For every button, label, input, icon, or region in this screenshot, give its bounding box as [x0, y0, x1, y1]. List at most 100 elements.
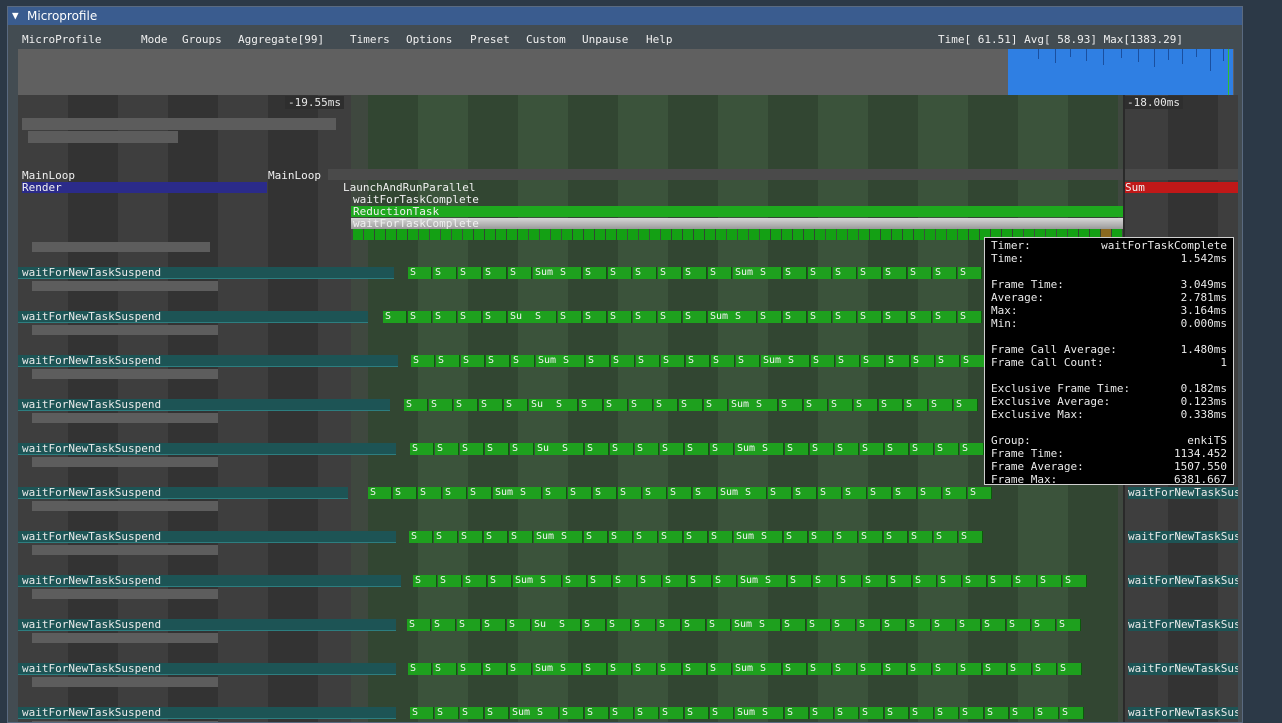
thread-label[interactable]: waitForNewTaskSuspend	[22, 707, 161, 719]
task-segment[interactable]: S	[813, 575, 837, 587]
task-segment[interactable]: S	[484, 531, 508, 543]
task-segment[interactable]: S	[454, 399, 478, 411]
task-segment[interactable]: S	[593, 487, 617, 499]
task-segment[interactable]: S	[458, 663, 482, 675]
task-segment[interactable]: S	[988, 575, 1012, 587]
task-segment[interactable]: S	[483, 663, 507, 675]
task-segment[interactable]: S	[383, 311, 407, 323]
task-segment[interactable]: S	[785, 443, 809, 455]
menu-options[interactable]: Options	[406, 32, 452, 50]
task-segment[interactable]: S	[788, 575, 812, 587]
task-segment[interactable]: S	[508, 267, 532, 279]
menu-preset[interactable]: Preset	[470, 32, 510, 50]
task-segment[interactable]: S	[760, 443, 784, 455]
task-segment[interactable]: S	[458, 267, 482, 279]
menu-mode[interactable]: Mode	[141, 32, 168, 50]
task-segment[interactable]: S	[393, 487, 417, 499]
task-segment[interactable]: S	[1008, 663, 1032, 675]
task-segment[interactable]: S	[410, 443, 434, 455]
task-segment[interactable]: S	[683, 267, 707, 279]
task-segment[interactable]: S	[843, 487, 867, 499]
task-segment[interactable]: S	[1033, 663, 1057, 675]
task-segment[interactable]: S	[585, 443, 609, 455]
task-segment[interactable]: S	[936, 355, 960, 367]
thread-label[interactable]: waitForNewTaskSuspend	[22, 267, 161, 279]
task-segment[interactable]: S	[860, 707, 884, 719]
thread-label-right[interactable]: waitForNewTaskSuspend	[1128, 663, 1238, 675]
task-segment[interactable]: S	[685, 707, 709, 719]
thread-label-right[interactable]: waitForNewTaskSuspend	[1128, 707, 1238, 719]
task-segment[interactable]: S	[657, 619, 681, 631]
task-segment[interactable]: S	[833, 267, 857, 279]
task-segment[interactable]: S	[658, 663, 682, 675]
task-segment[interactable]: S	[985, 707, 1009, 719]
task-segment[interactable]: S	[863, 575, 887, 587]
menu-custom[interactable]: Custom	[526, 32, 566, 50]
thread-label-right[interactable]: waitForNewTaskSuspend	[1128, 531, 1238, 543]
task-segment[interactable]: S	[711, 355, 735, 367]
task-segment[interactable]: S	[918, 487, 942, 499]
task-segment[interactable]: S	[804, 399, 828, 411]
task-segment[interactable]: S	[758, 267, 782, 279]
task-segment[interactable]: S	[935, 443, 959, 455]
task-segment[interactable]: S	[933, 267, 957, 279]
task-segment[interactable]: S	[933, 663, 957, 675]
task-segment[interactable]: S	[932, 619, 956, 631]
menu-aggregate[interactable]: Aggregate[99]	[238, 32, 324, 50]
task-segment[interactable]: S	[461, 355, 485, 367]
task-segment[interactable]: S	[433, 311, 457, 323]
task-segment[interactable]: S	[833, 663, 857, 675]
thread-label[interactable]: waitForNewTaskSuspend	[22, 443, 161, 455]
task-segment[interactable]: S	[468, 487, 492, 499]
task-segment[interactable]: S	[607, 619, 631, 631]
task-segment[interactable]: S	[433, 267, 457, 279]
task-segment[interactable]: S	[858, 311, 882, 323]
task-segment[interactable]: S	[432, 619, 456, 631]
thread-label[interactable]: waitForNewTaskSuspend	[22, 663, 161, 675]
task-segment[interactable]: S	[808, 311, 832, 323]
task-segment[interactable]: S	[633, 663, 657, 675]
task-segment[interactable]: S	[693, 487, 717, 499]
task-segment[interactable]: S	[885, 443, 909, 455]
task-segment[interactable]: S	[511, 355, 535, 367]
task-segment[interactable]: S	[518, 487, 542, 499]
task-segment[interactable]: S	[559, 531, 583, 543]
task-segment[interactable]: S	[733, 311, 757, 323]
task-segment[interactable]: S	[688, 575, 712, 587]
thread-label[interactable]: waitForNewTaskSuspend	[22, 487, 161, 499]
task-segment[interactable]: S	[886, 355, 910, 367]
task-segment[interactable]: S	[407, 619, 431, 631]
task-segment[interactable]: S	[508, 663, 532, 675]
task-segment[interactable]: S	[483, 311, 507, 323]
task-segment[interactable]: S	[968, 487, 992, 499]
task-segment[interactable]: S	[436, 355, 460, 367]
task-segment[interactable]: S	[584, 531, 608, 543]
task-segment[interactable]: S	[659, 531, 683, 543]
task-segment[interactable]: S	[810, 707, 834, 719]
task-segment[interactable]: S	[760, 707, 784, 719]
task-segment[interactable]: S	[558, 267, 582, 279]
task-segment[interactable]: S	[485, 707, 509, 719]
task-segment[interactable]: S	[632, 619, 656, 631]
task-segment[interactable]: S	[807, 619, 831, 631]
task-segment[interactable]: S	[679, 399, 703, 411]
task-segment[interactable]: S	[411, 355, 435, 367]
task-segment[interactable]: S	[1032, 619, 1056, 631]
task-segment[interactable]: S	[443, 487, 467, 499]
task-segment[interactable]: S	[608, 311, 632, 323]
task-segment[interactable]: S	[643, 487, 667, 499]
task-segment[interactable]: S	[583, 267, 607, 279]
task-segment[interactable]: S	[793, 487, 817, 499]
task-segment[interactable]: S	[409, 531, 433, 543]
task-segment[interactable]: S	[660, 707, 684, 719]
task-segment[interactable]: S	[583, 311, 607, 323]
task-segment[interactable]: S	[908, 663, 932, 675]
task-segment[interactable]: S	[808, 663, 832, 675]
task-segment[interactable]: S	[586, 355, 610, 367]
task-segment[interactable]: S	[858, 267, 882, 279]
task-segment[interactable]: S	[413, 575, 437, 587]
task-segment[interactable]: S	[708, 267, 732, 279]
task-segment[interactable]: S	[668, 487, 692, 499]
task-segment[interactable]: S	[558, 663, 582, 675]
task-segment[interactable]: S	[1063, 575, 1087, 587]
